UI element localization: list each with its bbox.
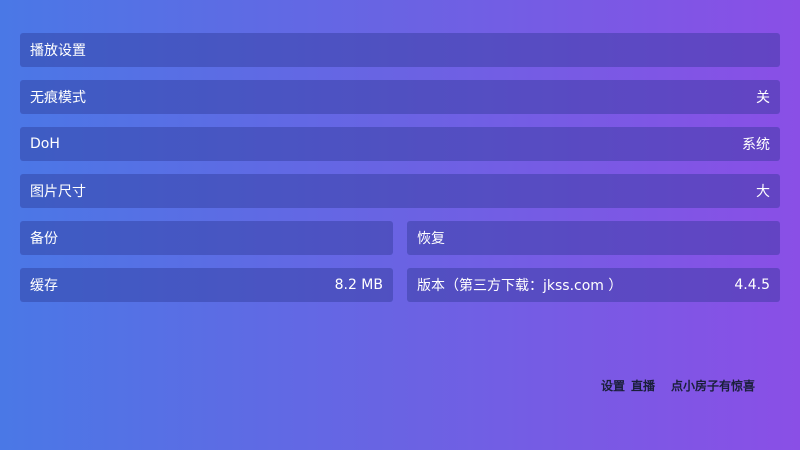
settings-link[interactable]: 设置: [601, 377, 625, 394]
incognito-mode-value: 关: [756, 90, 770, 106]
image-size-value: 大: [756, 184, 770, 200]
playback-settings-row[interactable]: 播放设置: [20, 33, 780, 67]
doh-label: DoH: [30, 136, 60, 152]
backup-button[interactable]: 备份: [20, 221, 393, 255]
playback-settings-label: 播放设置: [30, 43, 86, 59]
footer-links: 设置 直播 点小房子有惊喜: [601, 377, 755, 394]
easter-egg-hint: 点小房子有惊喜: [670, 379, 755, 393]
cache-row[interactable]: 缓存 8.2 MB: [20, 268, 393, 302]
footer-spacer: [661, 377, 665, 394]
image-size-row[interactable]: 图片尺寸 大: [20, 174, 780, 208]
doh-value: 系统: [742, 137, 770, 153]
restore-button[interactable]: 恢复: [407, 221, 780, 255]
incognito-mode-label: 无痕模式: [30, 90, 86, 106]
cache-label: 缓存: [30, 278, 58, 294]
image-size-label: 图片尺寸: [30, 184, 86, 200]
incognito-mode-row[interactable]: 无痕模式 关: [20, 80, 780, 114]
version-row[interactable]: 版本（第三方下载：jkss.com ） 4.4.5: [407, 268, 780, 302]
restore-label: 恢复: [417, 231, 445, 247]
doh-row[interactable]: DoH 系统: [20, 127, 780, 161]
live-link[interactable]: 直播: [631, 377, 655, 394]
backup-label: 备份: [30, 231, 58, 247]
version-value: 4.4.5: [734, 277, 770, 293]
cache-value: 8.2 MB: [334, 277, 383, 293]
version-label: 版本（第三方下载：jkss.com ）: [417, 278, 623, 294]
